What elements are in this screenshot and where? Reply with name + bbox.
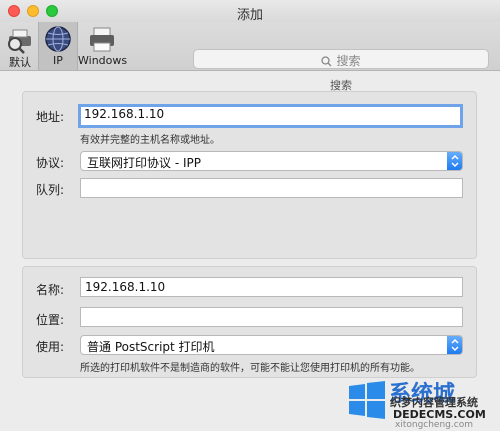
tab-windows[interactable]: Windows (78, 22, 128, 70)
queue-label: 队列: (36, 183, 65, 197)
default-printer-icon (8, 29, 31, 54)
window-title: 添加 (236, 8, 263, 23)
tab-ip-label: IP (53, 54, 63, 67)
watermark-site: xitongcheng.com (395, 420, 473, 430)
address-label: 地址: (36, 110, 65, 124)
name-field[interactable]: 192.168.1.10 (80, 277, 463, 297)
toolbar: 默认 IP Windows 搜索 搜索 (0, 22, 500, 92)
watermark: 系统城 织梦内容管理系统 DEDECMS.COM xitongcheng.com (345, 370, 495, 430)
use-label: 使用: (36, 340, 65, 354)
search-placeholder: 搜索 (336, 54, 361, 68)
tab-windows-label: Windows (78, 54, 128, 67)
search-icon (321, 56, 332, 67)
protocol-label: 协议: (36, 156, 65, 170)
tab-default[interactable]: 默认 (2, 22, 38, 70)
use-value: 普通 PostScript 打印机 (87, 340, 215, 354)
location-field[interactable] (80, 307, 463, 327)
windows-logo-icon (349, 381, 385, 419)
location-label: 位置: (36, 313, 65, 327)
tab-ip[interactable]: IP (38, 22, 78, 70)
address-hint: 有效并完整的主机名称或地址。 (80, 135, 220, 146)
use-select[interactable]: 普通 PostScript 打印机 (80, 335, 463, 355)
chevron-updown-icon (447, 336, 462, 354)
chevron-updown-icon (447, 152, 462, 170)
queue-field[interactable] (80, 178, 463, 198)
protocol-select[interactable]: 互联网打印协议 - IPP (80, 151, 463, 171)
protocol-value: 互联网打印协议 - IPP (87, 156, 201, 170)
search-input[interactable]: 搜索 (193, 49, 489, 69)
windows-printer-icon (90, 27, 114, 52)
address-field[interactable]: 192.168.1.10 (78, 104, 463, 128)
tab-default-label: 默认 (9, 56, 31, 69)
name-label: 名称: (36, 283, 65, 297)
title-bar: 添加 (0, 0, 500, 23)
ip-globe-icon (45, 26, 71, 52)
